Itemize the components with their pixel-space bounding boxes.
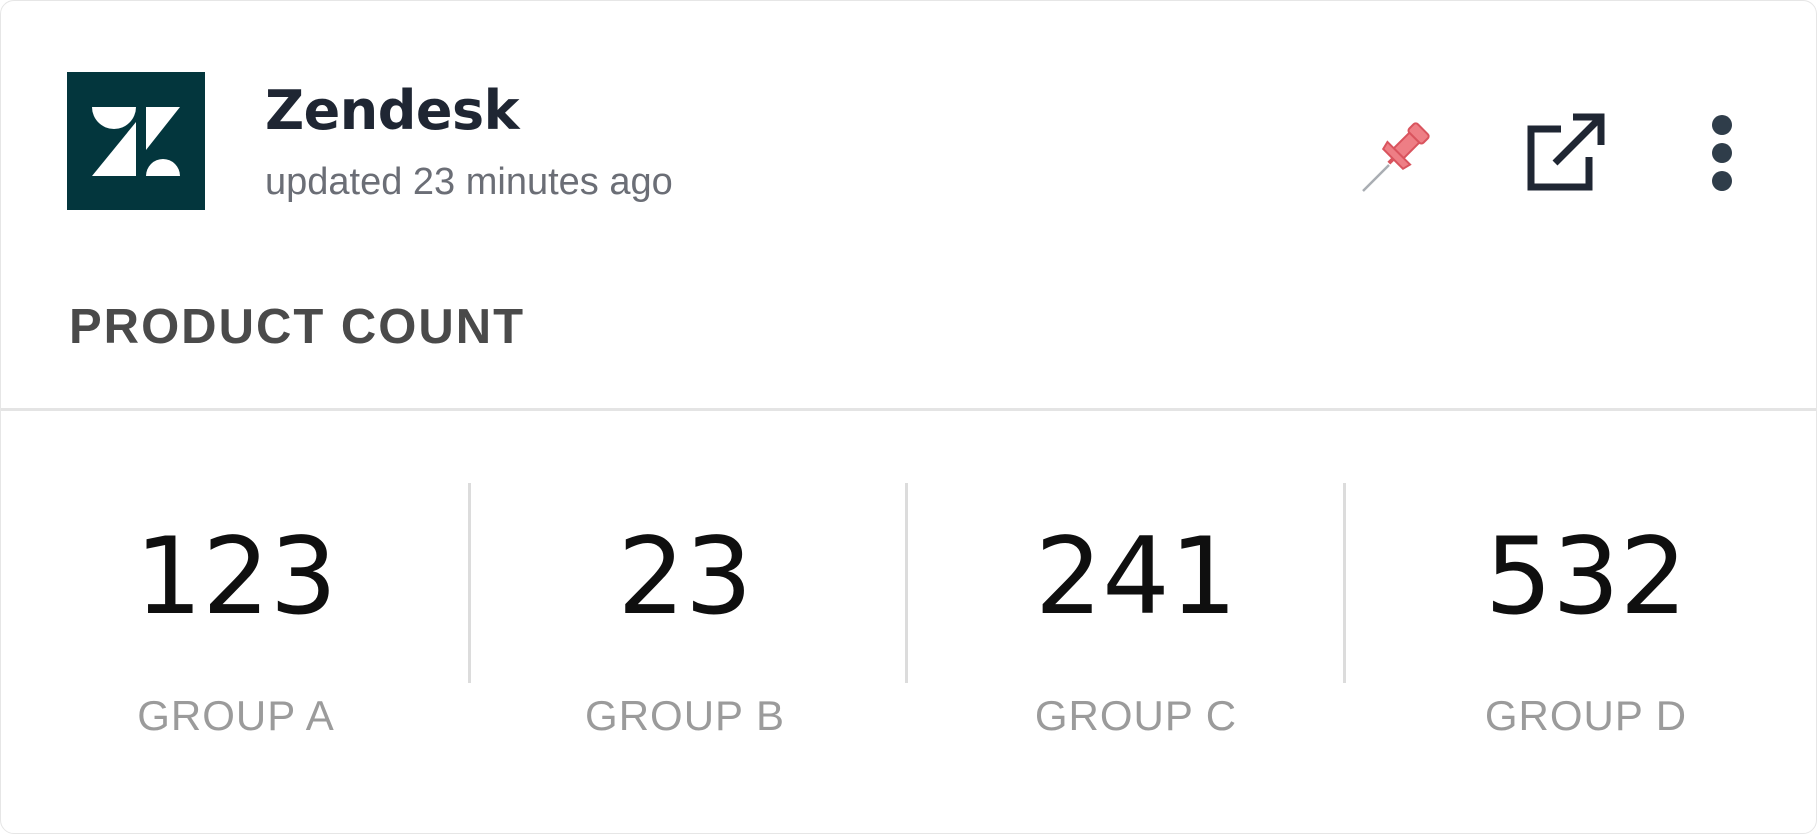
stat-label: GROUP A xyxy=(137,692,335,739)
external-link-icon xyxy=(1527,113,1605,191)
zendesk-logo xyxy=(67,72,205,210)
updated-timestamp: updated 23 minutes ago xyxy=(265,161,673,203)
stat-group-b: 23 GROUP B xyxy=(465,411,905,831)
stats-row: 123 GROUP A 23 GROUP B 241 GROUP C 532 G… xyxy=(1,411,1816,831)
stat-value: 123 xyxy=(134,515,338,638)
stat-value: 23 xyxy=(617,515,753,638)
stat-label: GROUP D xyxy=(1484,692,1688,739)
stat-divider xyxy=(905,483,908,683)
app-title: Zendesk xyxy=(265,79,520,142)
stat-divider xyxy=(1343,483,1346,683)
more-vertical-icon xyxy=(1712,115,1732,191)
section-title: PRODUCT COUNT xyxy=(69,300,526,354)
stat-group-c: 241 GROUP C xyxy=(916,411,1356,831)
stat-value: 532 xyxy=(1484,515,1688,638)
stat-label: GROUP B xyxy=(585,692,785,739)
pin-icon xyxy=(1362,122,1430,192)
widget-card: Zendesk updated 23 minutes ago PRODUCT C… xyxy=(0,0,1817,834)
stat-value: 241 xyxy=(1034,515,1238,638)
more-options-button[interactable] xyxy=(1699,115,1745,191)
zendesk-logo-icon xyxy=(92,107,180,176)
open-external-button[interactable] xyxy=(1525,113,1605,193)
stat-group-d: 532 GROUP D xyxy=(1366,411,1806,831)
pin-button[interactable] xyxy=(1359,111,1439,195)
stat-label: GROUP C xyxy=(1034,692,1238,739)
stat-group-a: 123 GROUP A xyxy=(16,411,456,831)
